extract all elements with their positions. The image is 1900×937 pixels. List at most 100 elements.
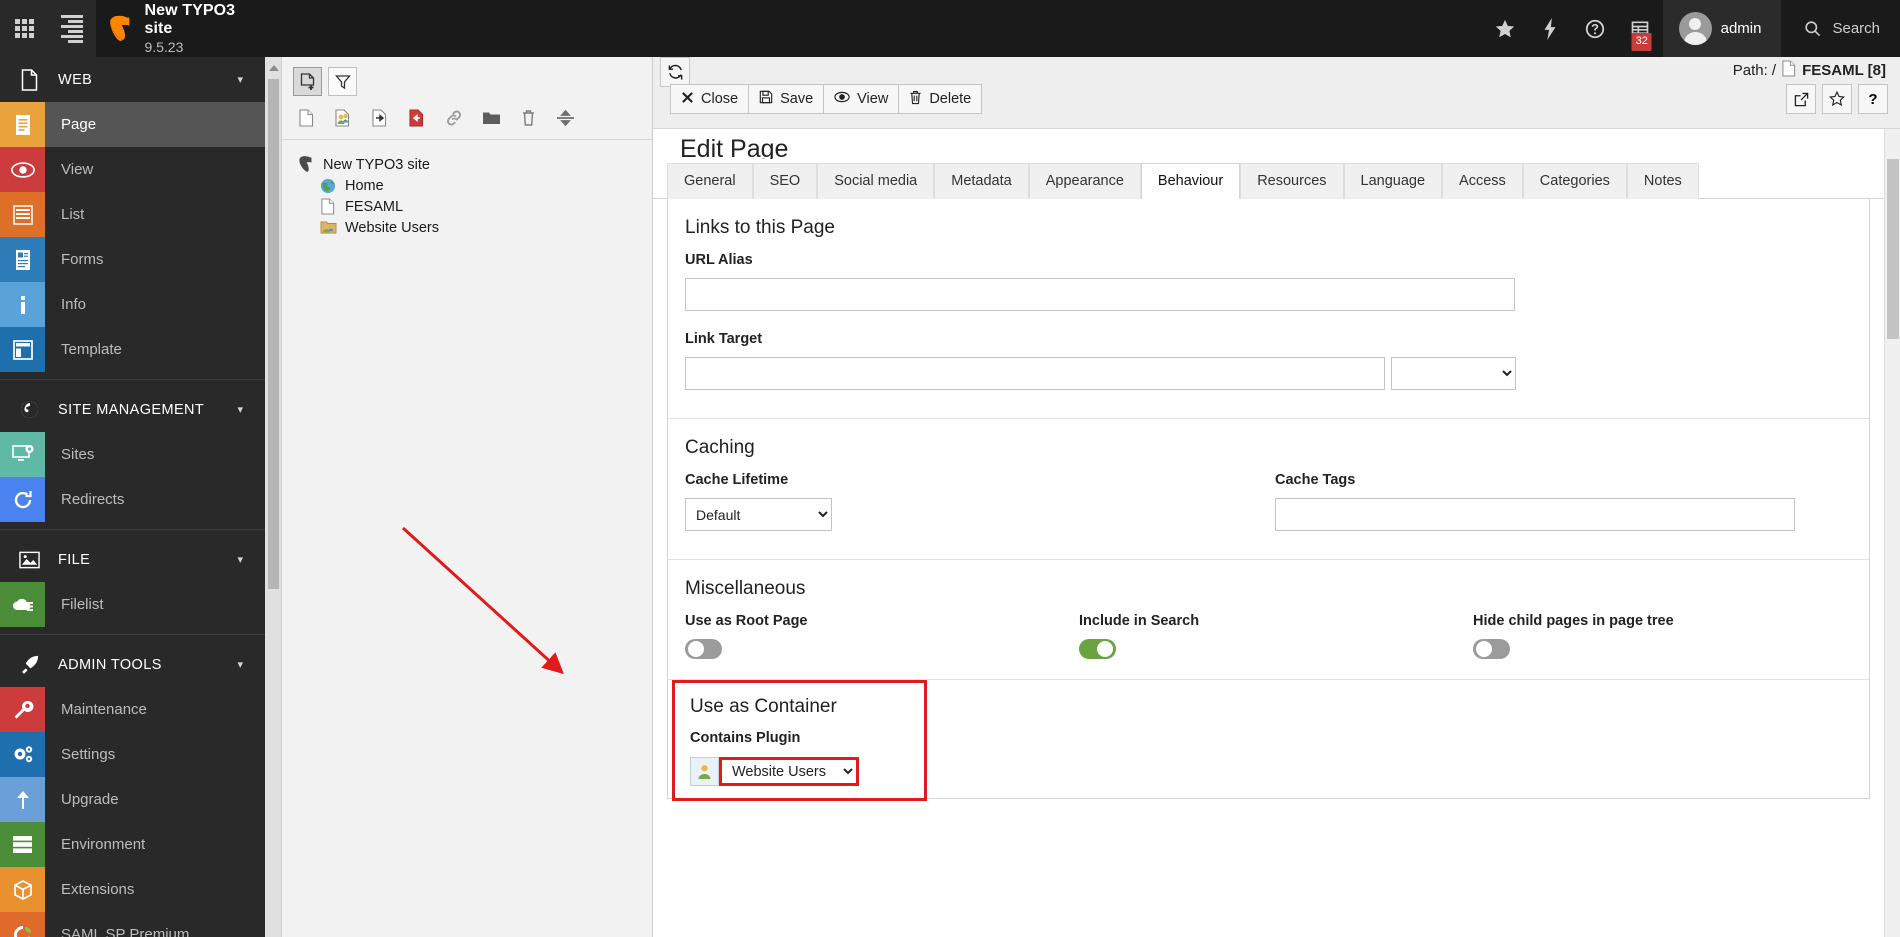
contains-plugin-select[interactable]: Website Users xyxy=(719,757,859,786)
brand-logo-block[interactable]: New TYPO3 site 9.5.23 xyxy=(96,0,265,57)
link-target-input[interactable] xyxy=(685,357,1385,390)
delete-button[interactable]: Delete xyxy=(898,84,983,114)
website-users-folder-icon xyxy=(318,219,338,236)
tab-label: Categories xyxy=(1539,173,1610,189)
redirect-arrow-icon xyxy=(0,477,45,522)
tab-resources[interactable]: Resources xyxy=(1240,163,1344,199)
tree-node-fesaml[interactable]: FESAML xyxy=(282,196,652,217)
tree-node-website-users[interactable]: Website Users xyxy=(282,217,652,238)
new-folder-icon[interactable] xyxy=(481,106,501,130)
filelist-cloud-icon xyxy=(0,582,45,627)
sidebar-divider xyxy=(0,634,265,635)
tab-notes[interactable]: Notes xyxy=(1626,163,1699,199)
new-external-url-page-icon[interactable] xyxy=(407,106,427,130)
new-standard-page-icon[interactable] xyxy=(296,106,316,130)
close-button[interactable]: Close xyxy=(670,84,750,114)
sidebar-item-environment[interactable]: Environment xyxy=(0,822,265,867)
breadcrumb: Path: / FESAML [8] xyxy=(1733,60,1886,81)
avatar xyxy=(1678,12,1712,45)
hide-child-pages-toggle[interactable] xyxy=(1473,639,1510,659)
scroll-up-arrow-icon[interactable] xyxy=(269,65,279,71)
search-input[interactable]: Search xyxy=(1781,0,1900,57)
sidebar-item-forms[interactable]: Forms xyxy=(0,237,265,282)
navigation-scrollbar[interactable] xyxy=(265,57,282,937)
contains-plugin-label: Contains Plugin xyxy=(690,730,801,746)
page-title: Edit Page xyxy=(680,135,789,159)
open-in-new-window-icon[interactable] xyxy=(1786,84,1816,114)
scrollbar-thumb[interactable] xyxy=(268,79,279,589)
include-in-search-toggle[interactable] xyxy=(1079,639,1116,659)
sidebar-section-label: WEB xyxy=(58,71,93,88)
sidebar-section-file[interactable]: FILE ▾ xyxy=(0,537,265,582)
filter-funnel-icon[interactable] xyxy=(328,67,357,96)
record-edit-form: Edit Page General SEO Social media Metad… xyxy=(653,129,1900,937)
sidebar-section-label: FILE xyxy=(58,551,91,568)
sidebar-item-redirects[interactable]: Redirects xyxy=(0,477,265,522)
save-button[interactable]: Save xyxy=(748,84,825,114)
new-link-page-icon[interactable] xyxy=(444,106,464,130)
link-target-select[interactable] xyxy=(1391,357,1516,390)
use-as-root-page-toggle[interactable] xyxy=(685,639,722,659)
sidebar-item-page[interactable]: Page xyxy=(0,102,265,147)
url-alias-label: URL Alias xyxy=(685,252,753,268)
sidebar-item-upgrade[interactable]: Upgrade xyxy=(0,777,265,822)
view-button[interactable]: View xyxy=(823,84,900,114)
tree-node-home[interactable]: Home xyxy=(282,175,652,196)
cache-lifetime-select[interactable]: Default xyxy=(685,498,832,531)
cache-tags-label: Cache Tags xyxy=(1275,472,1356,488)
help-icon[interactable] xyxy=(1573,0,1618,57)
tab-general[interactable]: General xyxy=(667,163,753,199)
url-alias-input[interactable] xyxy=(685,278,1515,311)
sidebar-section-site-management[interactable]: SITE MANAGEMENT ▾ xyxy=(0,387,265,432)
cache-tags-input[interactable] xyxy=(1275,498,1795,531)
page-icon xyxy=(0,102,45,147)
page-tree-list: New TYPO3 site Home FESAML Website Users xyxy=(282,140,652,238)
tab-label: Social media xyxy=(834,173,918,189)
grid-apps-icon[interactable] xyxy=(0,0,49,57)
tab-metadata[interactable]: Metadata xyxy=(934,163,1029,199)
tab-behaviour[interactable]: Behaviour xyxy=(1140,163,1241,199)
chevron-down-icon: ▾ xyxy=(237,404,243,416)
refresh-icon[interactable] xyxy=(660,57,690,87)
tab-categories[interactable]: Categories xyxy=(1522,163,1627,199)
new-page-icon[interactable] xyxy=(293,67,322,96)
field-cache-tags: Cache Tags xyxy=(1275,472,1852,531)
sidebar-item-saml-sp-premium[interactable]: SAML SP Premium xyxy=(0,912,265,937)
tab-seo[interactable]: SEO xyxy=(752,163,818,199)
tree-node-root[interactable]: New TYPO3 site xyxy=(282,154,652,175)
recycler-delete-icon[interactable] xyxy=(518,106,538,130)
tab-access[interactable]: Access xyxy=(1442,163,1523,199)
new-users-page-icon[interactable] xyxy=(333,106,353,130)
user-name-label: admin xyxy=(1720,20,1762,37)
sidebar-item-maintenance[interactable]: Maintenance xyxy=(0,687,265,732)
sidebar-section-admin-tools[interactable]: ADMIN TOOLS ▾ xyxy=(0,642,265,687)
sidebar-item-template[interactable]: Template xyxy=(0,327,265,372)
sidebar-item-settings[interactable]: Settings xyxy=(0,732,265,777)
flash-bolt-icon[interactable] xyxy=(1528,0,1573,57)
tab-appearance[interactable]: Appearance xyxy=(1028,163,1141,199)
section-title: Caching xyxy=(685,437,755,458)
sidebar-item-sites[interactable]: Sites xyxy=(0,432,265,477)
list-toggle-icon[interactable] xyxy=(48,0,97,57)
user-menu[interactable]: admin xyxy=(1662,0,1782,57)
sidebar-section-web[interactable]: WEB ▾ xyxy=(0,57,265,102)
bookmark-star-icon[interactable] xyxy=(1822,84,1852,114)
bookmarks-star-icon[interactable] xyxy=(1483,0,1528,57)
sidebar-item-view[interactable]: View xyxy=(0,147,265,192)
sidebar-item-filelist[interactable]: Filelist xyxy=(0,582,265,627)
divider-page-icon[interactable] xyxy=(555,106,575,130)
section-caching: Caching Cache Lifetime Default Cache Tag… xyxy=(668,419,1869,560)
sidebar-item-list[interactable]: List xyxy=(0,192,265,237)
tab-social-media[interactable]: Social media xyxy=(817,163,935,199)
help-question-icon[interactable]: ? xyxy=(1858,84,1888,114)
record-tabs: General SEO Social media Metadata Appear… xyxy=(653,163,1900,199)
tab-language[interactable]: Language xyxy=(1343,163,1443,199)
content-scrollbar[interactable] xyxy=(1884,129,1900,937)
scrollbar-thumb[interactable] xyxy=(1887,159,1899,339)
systeminformation-icon[interactable]: 32 xyxy=(1618,0,1663,57)
close-button-label: Close xyxy=(701,91,739,107)
sidebar-item-info[interactable]: Info xyxy=(0,282,265,327)
new-shortcut-page-icon[interactable] xyxy=(370,106,390,130)
sidebar-item-extensions[interactable]: Extensions xyxy=(0,867,265,912)
save-floppy-icon xyxy=(759,90,773,108)
